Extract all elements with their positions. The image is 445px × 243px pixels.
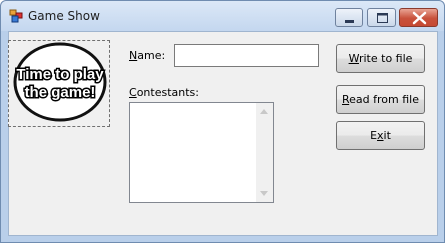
logo-line-2: the game!	[25, 84, 96, 101]
scroll-up-arrow-icon[interactable]	[260, 109, 268, 114]
read-from-file-button[interactable]: Read from file	[336, 85, 425, 114]
scroll-down-arrow-icon[interactable]	[260, 191, 268, 196]
contestants-listbox[interactable]	[129, 102, 274, 203]
game-logo-picture: Time to play the game!	[8, 40, 110, 127]
maximize-icon	[377, 13, 388, 23]
contestants-scrollbar[interactable]	[256, 103, 273, 202]
minimize-button[interactable]	[335, 8, 363, 27]
name-label: Name:	[129, 49, 166, 62]
name-input[interactable]	[174, 44, 319, 67]
exit-button[interactable]: Exit	[336, 121, 425, 150]
logo-line-1: Time to play	[16, 66, 104, 83]
write-to-file-button[interactable]: Write to file	[336, 44, 425, 73]
window-title: Game Show	[28, 9, 100, 23]
minimize-icon	[345, 20, 354, 23]
contestants-label: Contestants:	[129, 86, 199, 99]
maximize-button[interactable]	[367, 8, 396, 27]
speech-bubble-icon: Time to play the game!	[13, 42, 107, 122]
close-button[interactable]	[399, 8, 438, 27]
close-icon	[412, 11, 427, 25]
app-icon[interactable]	[9, 9, 23, 23]
title-bar[interactable]: Game Show	[1, 1, 444, 31]
